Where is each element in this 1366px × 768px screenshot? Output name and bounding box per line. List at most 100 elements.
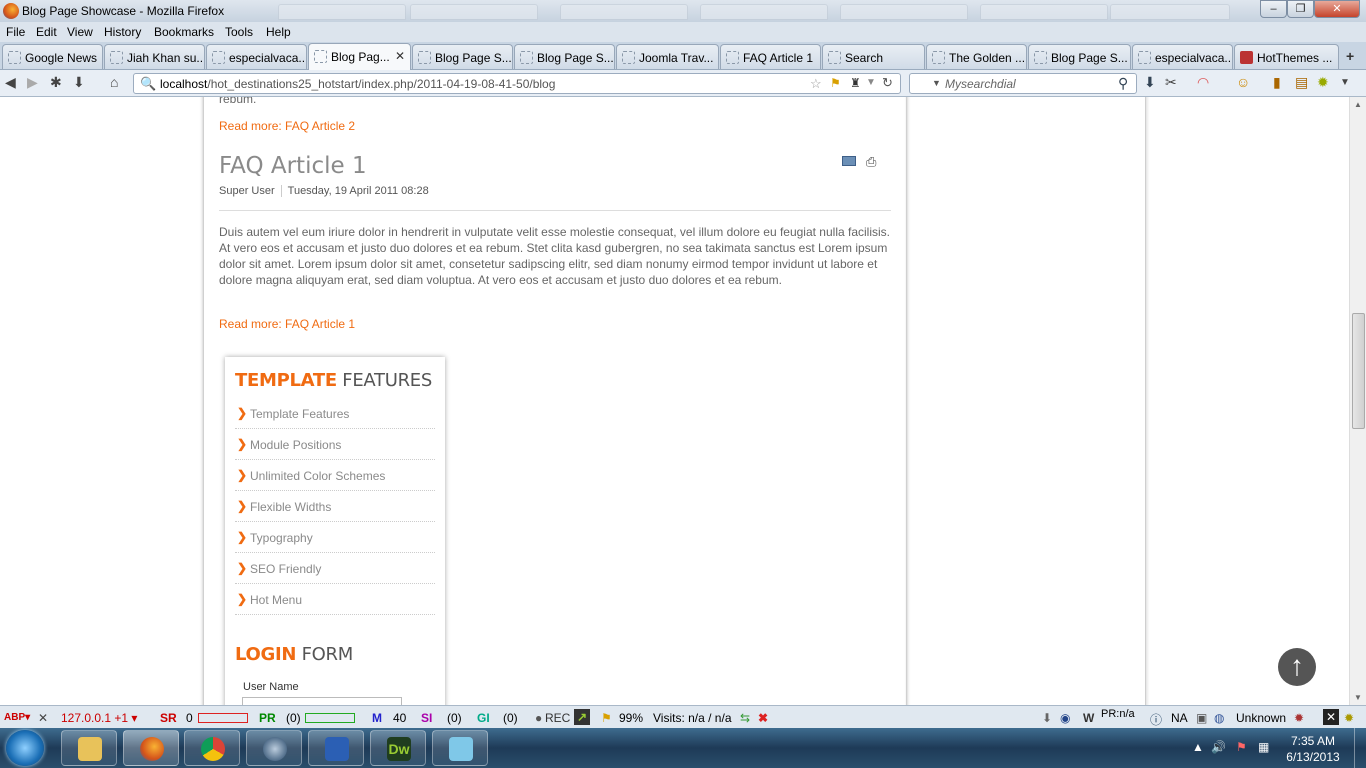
arrow-up-right-icon[interactable]: ↗ — [574, 709, 590, 725]
print-icon[interactable]: ⎙ — [866, 154, 876, 170]
username-field[interactable] — [242, 697, 402, 705]
chevron-right-icon: ❯ — [237, 406, 248, 420]
features-item-module-positions[interactable]: ❯ Module Positions — [235, 429, 435, 460]
tab-blog-page-3[interactable]: Blog Page S... — [514, 44, 615, 69]
tab-google-news[interactable]: Google News — [2, 44, 103, 69]
downloads-icon[interactable]: ⬇ — [1144, 74, 1156, 91]
taskbar-notes[interactable] — [432, 730, 488, 766]
new-tab-button[interactable]: + — [1346, 48, 1354, 64]
features-item-flexible-widths[interactable]: ❯ Flexible Widths — [235, 491, 435, 522]
menu-help[interactable]: Help — [266, 25, 291, 39]
start-button[interactable] — [6, 730, 44, 766]
tab-hotthemes[interactable]: HotThemes ... — [1234, 44, 1339, 69]
menu-edit[interactable]: Edit — [36, 25, 57, 39]
features-item-color-schemes[interactable]: ❯ Unlimited Color Schemes — [235, 460, 435, 491]
search-engine-dropdown-icon[interactable]: ▼ — [932, 78, 941, 88]
taskbar-chrome[interactable] — [184, 730, 240, 766]
scroll-down-icon[interactable]: ▼ — [1354, 693, 1362, 702]
tab-joomla-travel[interactable]: Joomla Trav... — [616, 44, 719, 69]
addon-gear-icon[interactable]: ✹ — [1344, 711, 1354, 725]
taskbar-dreamweaver[interactable]: Dw — [370, 730, 426, 766]
forward-icon[interactable]: ▶ — [27, 74, 38, 91]
bookmark-star-icon[interactable]: ☆ — [810, 76, 822, 92]
tab-blog-page-active[interactable]: Blog Pag... ✕ — [308, 43, 411, 70]
url-dropdown-icon[interactable]: ▼ — [866, 77, 876, 88]
scroll-icon[interactable]: ▤ — [1295, 74, 1308, 91]
show-desktop-button[interactable] — [1354, 728, 1366, 768]
close-button[interactable]: ✕ — [1314, 0, 1360, 18]
features-item-seo-friendly[interactable]: ❯ SEO Friendly — [235, 553, 435, 584]
close-tab-icon[interactable]: ✕ — [395, 49, 405, 63]
taskbar-firefox[interactable] — [123, 730, 179, 766]
tab-jiah-khan[interactable]: Jiah Khan su... — [104, 44, 205, 69]
error-x-icon[interactable]: ✖ — [758, 711, 768, 725]
status-gear-icon[interactable]: ✹ — [1294, 711, 1304, 725]
vertical-scrollbar[interactable]: ▲ ▼ — [1349, 97, 1366, 705]
search-input[interactable]: ▼ Mysearchdial ⚲ — [909, 73, 1137, 94]
minimize-button[interactable]: – — [1260, 0, 1287, 18]
addon-icon[interactable]: ♜ — [850, 76, 861, 90]
reload-icon[interactable]: ↻ — [882, 75, 893, 91]
tab-search[interactable]: Search — [822, 44, 925, 69]
rainbow-icon[interactable]: ◠ — [1197, 74, 1209, 91]
email-icon[interactable] — [842, 156, 856, 166]
tab-blog-page-2[interactable]: Blog Page S... — [412, 44, 513, 69]
tab-especialvaca-2[interactable]: especialvaca... — [1132, 44, 1233, 69]
addon-tools-icon[interactable]: ✂ — [1165, 74, 1177, 91]
taskbar-thunderbird[interactable] — [246, 730, 302, 766]
features-item-template-features[interactable]: ❯ Template Features — [235, 398, 435, 429]
tab-faq-article-1[interactable]: FAQ Article 1 — [720, 44, 821, 69]
network-icon[interactable]: ▦ — [1258, 740, 1269, 754]
menu-view[interactable]: View — [67, 25, 93, 39]
tools-x-icon[interactable]: ✕ — [1323, 709, 1339, 725]
features-item-typography[interactable]: ❯ Typography — [235, 522, 435, 553]
notebook-icon[interactable]: ▮ — [1273, 74, 1281, 91]
tab-blog-page-4[interactable]: Blog Page S... — [1028, 44, 1131, 69]
back-to-top-button[interactable]: ↑ — [1278, 648, 1316, 686]
close-addon-bar-icon[interactable]: ✕ — [38, 711, 48, 725]
read-more-link[interactable]: Read more: FAQ Article 1 — [219, 316, 891, 332]
scrollbar-thumb[interactable] — [1352, 313, 1365, 429]
flag-icon[interactable]: ⚑ — [830, 76, 841, 90]
lock-status-icon[interactable]: ◉ — [1060, 711, 1070, 725]
article-title[interactable]: FAQ Article 1 — [219, 153, 367, 179]
download-status-icon[interactable]: ⬇ — [1042, 711, 1052, 725]
back-icon[interactable]: ◀ — [5, 74, 16, 91]
system-clock[interactable]: 7:35 AM 6/13/2013 — [1278, 733, 1348, 765]
tab-the-golden[interactable]: The Golden ... — [926, 44, 1027, 69]
monkey-icon[interactable]: ☺ — [1236, 74, 1250, 90]
page-info-icon[interactable]: ▣ — [1196, 711, 1207, 725]
action-center-icon[interactable]: ⚑ — [1236, 740, 1247, 754]
toolbar-overflow-icon[interactable]: ▼ — [1340, 77, 1350, 88]
aero-ghost-tab — [410, 4, 538, 20]
features-item-hot-menu[interactable]: ❯ Hot Menu — [235, 584, 435, 615]
home-icon[interactable]: ⌂ — [110, 74, 118, 90]
volume-icon[interactable]: 🔊 — [1211, 740, 1226, 754]
adblock-icon[interactable]: ABP▾ — [4, 712, 30, 723]
show-hidden-icons[interactable]: ▲ — [1192, 740, 1204, 754]
menu-tools[interactable]: Tools — [225, 25, 253, 39]
site-identity-icon[interactable]: 🔍 — [140, 76, 156, 92]
menu-history[interactable]: History — [104, 25, 141, 39]
search-icon[interactable]: ⚲ — [1118, 75, 1128, 92]
taskbar-explorer[interactable] — [61, 730, 117, 766]
download-icon[interactable]: ⬇ — [73, 74, 85, 91]
scroll-up-icon[interactable]: ▲ — [1354, 100, 1362, 109]
settings-gear-icon[interactable]: ✹ — [1317, 74, 1329, 91]
info-icon[interactable]: ⓘ — [1150, 711, 1162, 728]
addon-gear-icon[interactable]: ✱ — [50, 74, 62, 91]
read-more-link-prev[interactable]: Read more: FAQ Article 2 — [219, 118, 891, 134]
tab-especialvaca-1[interactable]: especialvaca... — [206, 44, 307, 69]
maximize-button[interactable]: ❐ — [1287, 0, 1314, 18]
sync-icon[interactable]: ⇆ — [740, 711, 750, 725]
address-bar[interactable]: 🔍 localhost/hot_destinations25_hotstart/… — [133, 73, 901, 94]
w-icon[interactable]: W — [1083, 711, 1094, 725]
menu-bookmarks[interactable]: Bookmarks — [154, 25, 214, 39]
globe-icon[interactable]: ◍ — [1214, 711, 1224, 725]
flag-icon[interactable]: ⚑ — [601, 711, 612, 725]
menu-file[interactable]: File — [6, 25, 25, 39]
rec-button[interactable]: REC — [545, 711, 570, 725]
taskbar-word[interactable] — [308, 730, 364, 766]
m-value: 40 — [393, 711, 407, 725]
ip-address[interactable]: 127.0.0.1 +1 ▾ — [61, 711, 137, 725]
